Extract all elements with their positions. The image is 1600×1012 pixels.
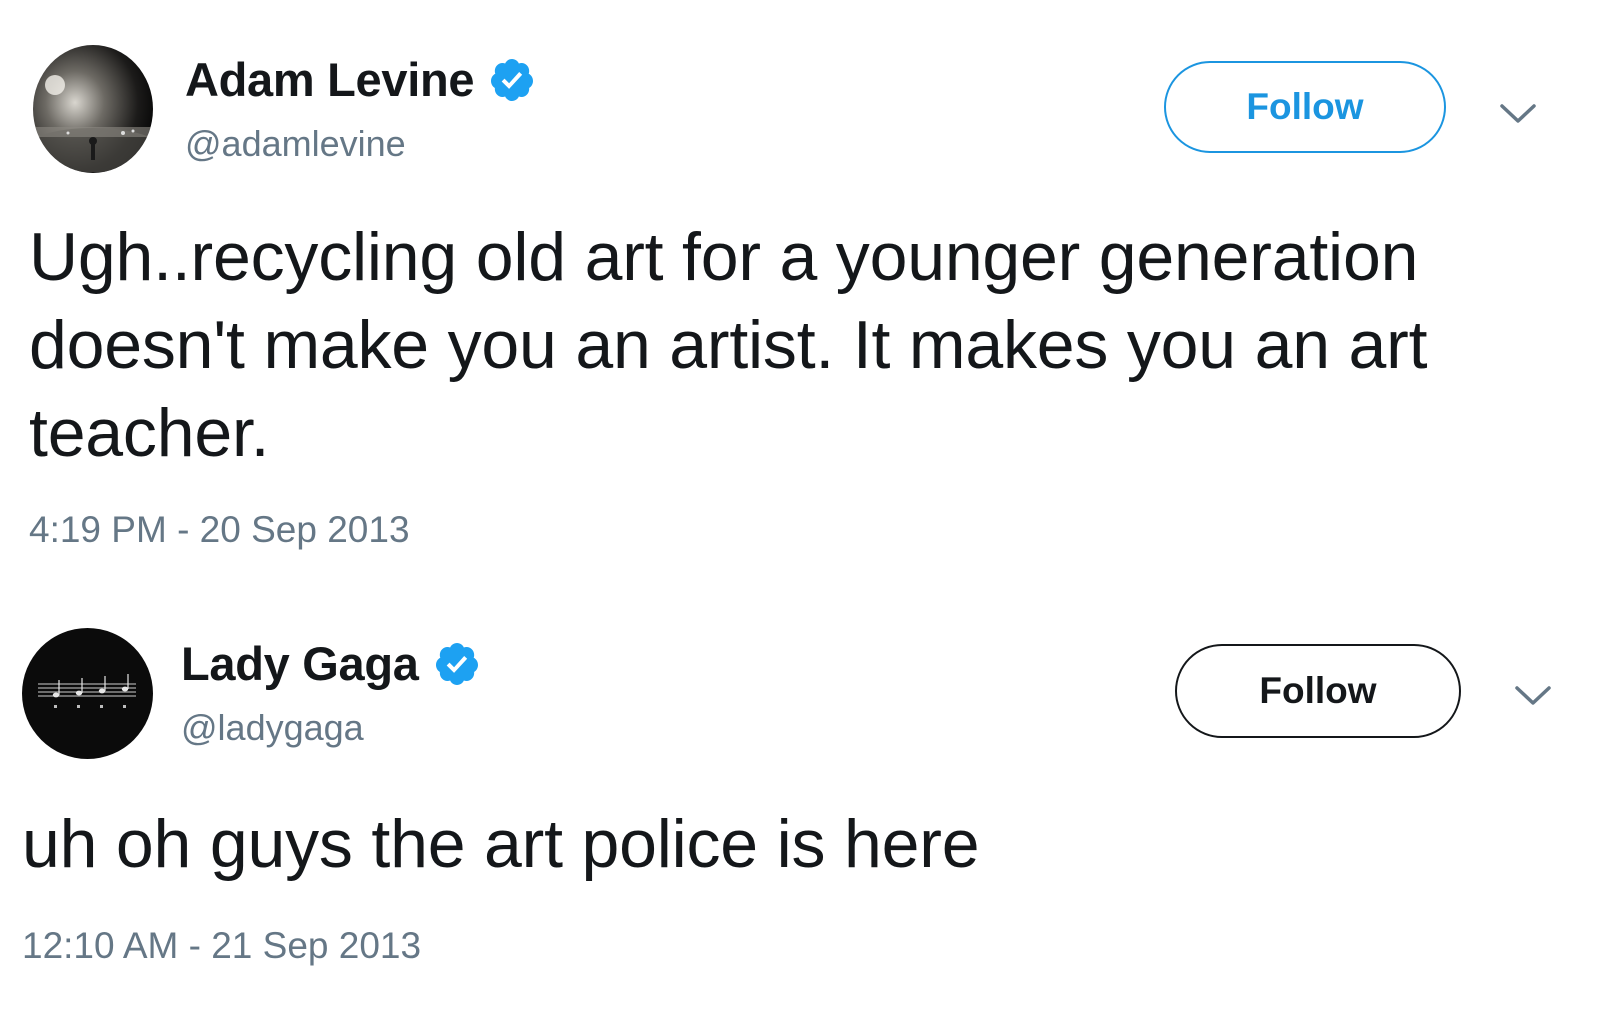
tweet-lady-gaga: Lady Gaga @ladygaga Follow uh oh guys th… [0,580,1600,1012]
verified-badge-icon [433,640,481,688]
user-name-row[interactable]: Adam Levine [185,52,536,107]
follow-button[interactable]: Follow [1175,644,1461,738]
avatar-lady-gaga[interactable] [22,628,153,759]
chevron-down-icon[interactable] [1498,98,1538,128]
tweet-timestamp[interactable]: 4:19 PM - 20 Sep 2013 [29,509,410,551]
avatar-adam-levine[interactable] [33,45,153,173]
user-name-row[interactable]: Lady Gaga [181,636,481,691]
tweet-adam-levine: Adam Levine @adamlevine Follow Ugh..recy… [0,0,1600,580]
avatar-logo [22,628,153,759]
user-handle[interactable]: @ladygaga [181,707,364,749]
chevron-down-icon[interactable] [1513,680,1553,710]
tweet-text: uh oh guys the art police is here [22,806,980,882]
verified-badge-icon [488,56,536,104]
tweet-text: Ugh..recycling old art for a younger gen… [29,219,1428,471]
display-name[interactable]: Lady Gaga [181,636,419,691]
follow-button[interactable]: Follow [1164,61,1446,153]
user-handle[interactable]: @adamlevine [185,123,406,165]
tweet-timestamp[interactable]: 12:10 AM - 21 Sep 2013 [22,925,421,967]
display-name[interactable]: Adam Levine [185,52,475,107]
avatar-photo [33,45,153,173]
